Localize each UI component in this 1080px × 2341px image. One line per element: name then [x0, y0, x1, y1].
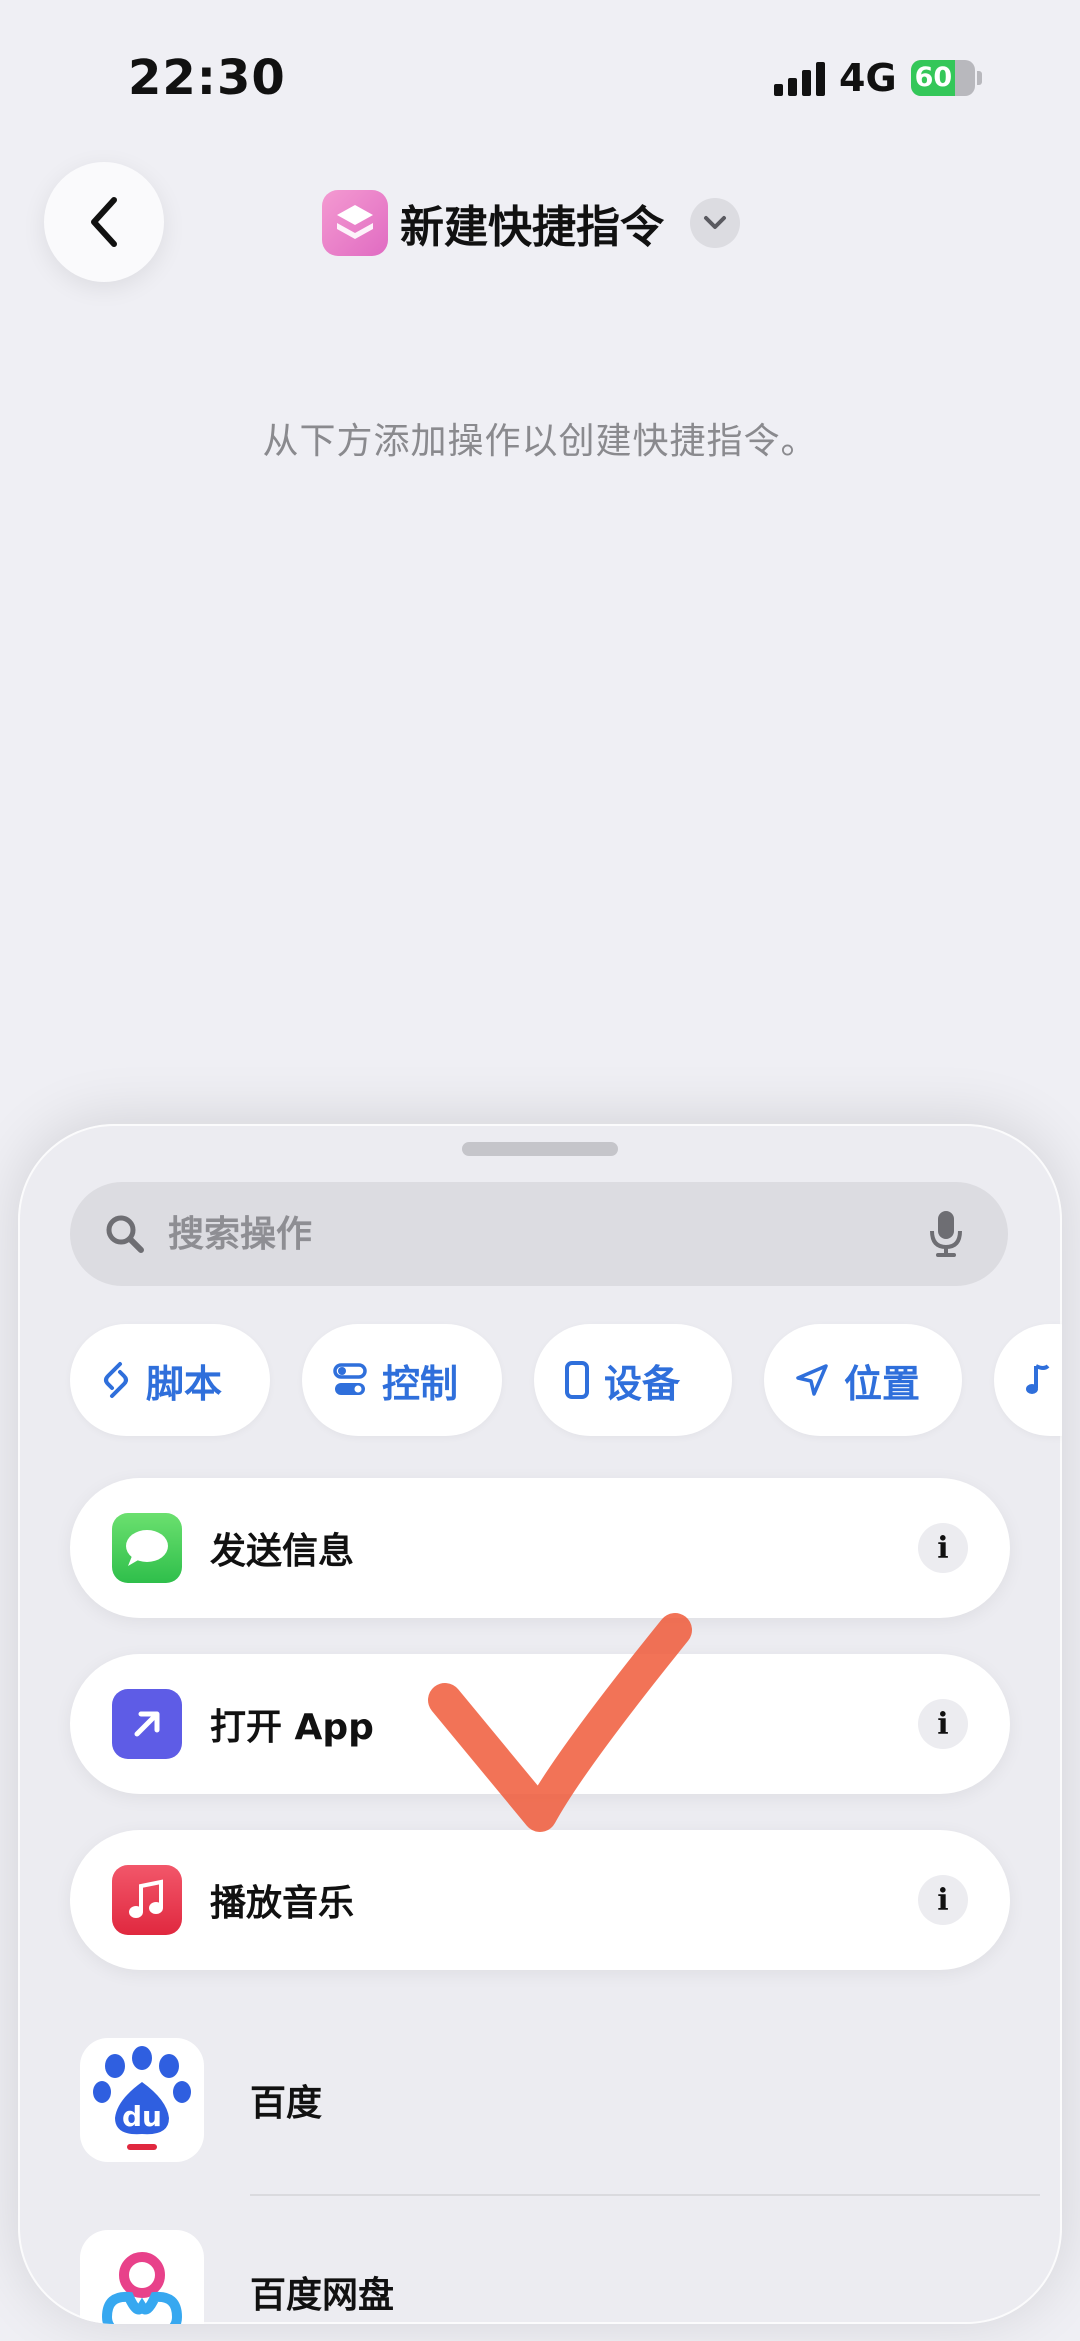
search-bar[interactable]: [70, 1182, 1008, 1286]
app-row-baidu-netdisk[interactable]: 百度网盘: [80, 2230, 1020, 2324]
action-label: 发送信息: [210, 1531, 355, 1572]
title-dropdown-button[interactable]: [690, 198, 740, 248]
list-divider: [250, 2194, 1040, 2196]
messages-icon: [112, 1513, 182, 1583]
chip-scripting[interactable]: 脚本: [70, 1324, 270, 1436]
search-input[interactable]: [168, 1213, 848, 1255]
cellular-signal-icon: [774, 60, 825, 96]
chip-controls[interactable]: 控制: [302, 1324, 502, 1436]
baidu-netdisk-app-icon: [80, 2230, 204, 2324]
empty-state-hint: 从下方添加操作以创建快捷指令。: [262, 421, 818, 462]
info-button[interactable]: i: [918, 1699, 968, 1749]
chip-media[interactable]: [994, 1324, 1062, 1436]
toggle-icon: [333, 1363, 367, 1395]
action-send-message[interactable]: 发送信息 i: [70, 1478, 1010, 1618]
app-label: 百度: [250, 2083, 323, 2124]
checkmark-annotation-icon: [428, 1613, 692, 1832]
location-arrow-icon: [796, 1364, 828, 1396]
page-title: 新建快捷指令: [400, 202, 664, 253]
chip-location[interactable]: 位置: [764, 1324, 962, 1436]
app-label: 百度网盘: [250, 2275, 395, 2316]
chip-label: 设备: [604, 1361, 681, 1406]
baidu-app-icon: du: [80, 2038, 204, 2162]
action-play-music[interactable]: 播放音乐 i: [70, 1830, 1010, 1970]
battery-percentage: 60: [914, 62, 953, 93]
svg-text:du: du: [122, 2100, 162, 2133]
chip-device[interactable]: 设备: [534, 1324, 732, 1436]
chip-label: 位置: [844, 1361, 921, 1406]
action-label: 打开 App: [210, 1707, 374, 1748]
info-button[interactable]: i: [918, 1875, 968, 1925]
info-button[interactable]: i: [918, 1523, 968, 1573]
status-time: 22:30: [128, 50, 286, 106]
shortcuts-app-icon: [322, 190, 388, 256]
scripting-icon: [104, 1362, 128, 1398]
status-indicators: 4G 60: [774, 56, 982, 100]
back-button[interactable]: [44, 162, 164, 282]
network-type: 4G: [839, 56, 897, 100]
search-icon: [106, 1215, 144, 1253]
shortcut-title-menu[interactable]: 新建快捷指令: [322, 190, 740, 256]
action-label: 播放音乐: [210, 1883, 355, 1924]
battery-icon: 60: [910, 60, 975, 96]
music-note-icon: [1026, 1364, 1050, 1394]
chevron-left-icon: [91, 197, 117, 247]
category-chips: 脚本 控制 设备 位置: [70, 1324, 1062, 1436]
chevron-down-icon: [704, 216, 726, 229]
arrow-up-right-icon: [112, 1689, 182, 1759]
microphone-icon[interactable]: [928, 1209, 964, 1259]
music-note-icon: [112, 1865, 182, 1935]
sheet-grabber[interactable]: [462, 1142, 618, 1156]
app-row-baidu[interactable]: du 百度: [80, 2038, 1020, 2162]
chip-label: 脚本: [146, 1361, 223, 1406]
chip-label: 控制: [382, 1361, 459, 1406]
phone-icon: [565, 1361, 589, 1399]
